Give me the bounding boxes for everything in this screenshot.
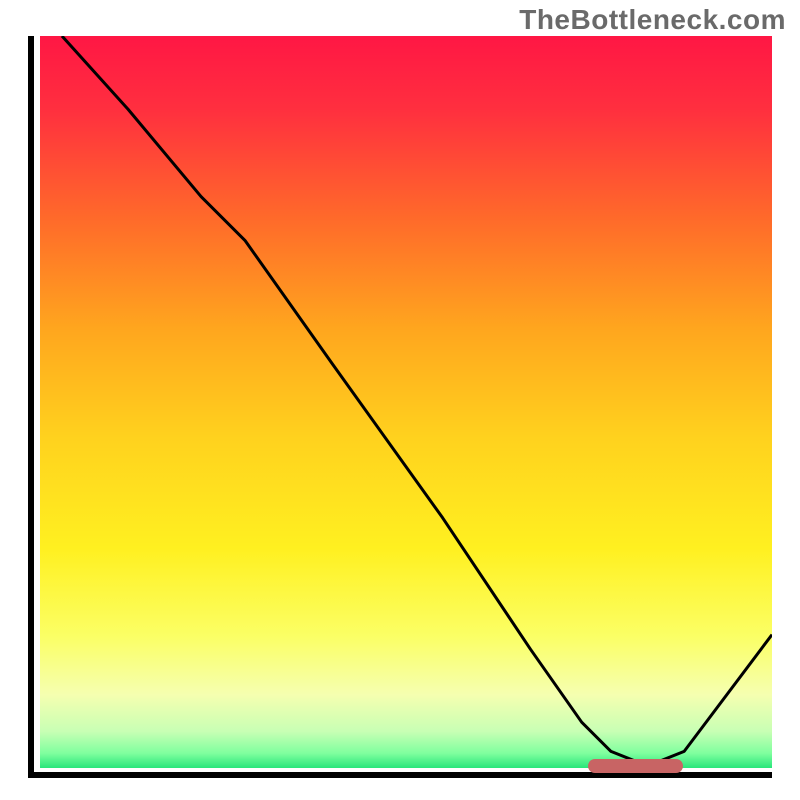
sweet-spot-marker — [588, 759, 684, 773]
watermark: TheBottleneck.com — [519, 4, 786, 36]
plot-area — [28, 36, 772, 778]
chart-container: TheBottleneck.com — [0, 0, 800, 800]
curve — [40, 36, 772, 766]
